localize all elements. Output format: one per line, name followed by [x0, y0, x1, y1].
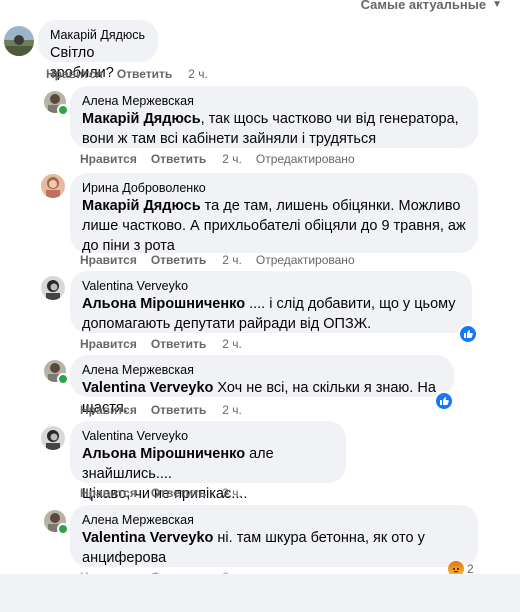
- edited-label[interactable]: Отредактировано: [256, 253, 355, 267]
- mention-link[interactable]: Альона Мірошниченко: [82, 446, 245, 462]
- like-reaction-icon[interactable]: [458, 324, 478, 344]
- bottom-overlay-bar: [0, 574, 520, 612]
- landscape-avatar-icon: [4, 26, 34, 56]
- comment-bubble: Valentina Verveyko Альона Мірошниченко .…: [70, 271, 472, 333]
- comment-author[interactable]: Valentina Verveyko: [82, 428, 334, 444]
- reply-button[interactable]: Ответить: [151, 253, 206, 267]
- reply-button[interactable]: Ответить: [117, 67, 172, 81]
- reply-button[interactable]: Ответить: [151, 152, 206, 166]
- edited-label[interactable]: Отредактировано: [256, 152, 355, 166]
- comment-actions: Нравится Ответить 2 ч. Отредактировано: [80, 253, 355, 267]
- like-button[interactable]: Нравится: [80, 253, 137, 267]
- comment-author[interactable]: Алена Мержевская: [82, 93, 466, 109]
- sort-dropdown[interactable]: Самые актуальные ▼: [361, 0, 502, 12]
- comment-text: Макарій Дядюсь, так щось частково чи від…: [82, 111, 459, 147]
- comment-author[interactable]: Ирина Доброволенко: [82, 180, 466, 196]
- comment-bubble: Ирина Доброволенко Макарій Дядюсь та де …: [70, 173, 478, 254]
- timestamp[interactable]: 2 ч.: [222, 403, 242, 417]
- timestamp[interactable]: 2 ч.: [222, 253, 242, 267]
- reply-button[interactable]: Ответить: [151, 403, 206, 417]
- sort-label: Самые актуальные: [360, 0, 487, 12]
- mention-link[interactable]: Альона Мірошниченко: [82, 296, 245, 312]
- like-button[interactable]: Нравится: [46, 67, 103, 81]
- like-button[interactable]: Нравится: [80, 486, 137, 500]
- comment-author[interactable]: Valentina Verveyko: [82, 278, 460, 294]
- like-button[interactable]: Нравится: [80, 403, 137, 417]
- online-status-icon: [57, 373, 69, 385]
- mention-link[interactable]: Valentina Verveyko: [82, 380, 213, 396]
- online-status-icon: [57, 104, 69, 116]
- comment-author[interactable]: Макарій Дядюсь: [50, 27, 146, 43]
- comment-bubble: Valentina Verveyko Альона Мірошниченко а…: [70, 421, 346, 502]
- timestamp[interactable]: 2 ч.: [222, 337, 242, 351]
- comment-bubble: Алена Мержевская Valentina Verveyko ні. …: [70, 505, 478, 567]
- comment-actions: Нравится Ответить 2 ч.: [80, 337, 242, 351]
- mention-link[interactable]: Макарій Дядюсь: [82, 111, 201, 127]
- comment-author[interactable]: Алена Мержевская: [82, 512, 466, 528]
- online-status-icon: [57, 523, 69, 535]
- avatar[interactable]: [41, 426, 65, 450]
- comment-text: Макарій Дядюсь та де там, лишень обіцянк…: [82, 198, 466, 254]
- reply-button[interactable]: Ответить: [151, 486, 206, 500]
- avatar[interactable]: [41, 276, 65, 300]
- comment-author[interactable]: Алена Мержевская: [82, 362, 442, 378]
- mention-link[interactable]: Valentina Verveyko: [82, 530, 213, 546]
- comment-bubble: Алена Мержевская Макарій Дядюсь, так щос…: [70, 86, 478, 148]
- comment-text: Valentina Verveyko ні. там шкура бетонна…: [82, 530, 425, 566]
- timestamp[interactable]: 2 ч.: [222, 152, 242, 166]
- comment-bubble: Алена Мержевская Valentina Verveyko Хоч …: [70, 355, 454, 416]
- avatar[interactable]: [4, 26, 34, 56]
- comment-bubble: Макарій Дядюсь Світло зробили?: [38, 20, 158, 81]
- comment-actions: Нравится Ответить 2 ч.: [80, 486, 242, 500]
- timestamp[interactable]: 2 ч.: [222, 486, 242, 500]
- like-reaction-icon[interactable]: [434, 391, 454, 411]
- comment-actions: Нравится Ответить 2 ч.: [46, 67, 208, 81]
- like-button[interactable]: Нравится: [80, 337, 137, 351]
- like-button[interactable]: Нравится: [80, 152, 137, 166]
- comment-text: Альона Мірошниченко але знайшлись....: [82, 446, 274, 482]
- chevron-down-icon: ▼: [492, 0, 502, 10]
- mention-link[interactable]: Макарій Дядюсь: [82, 198, 201, 214]
- comment-actions: Нравится Ответить 2 ч. Отредактировано: [80, 152, 355, 166]
- avatar[interactable]: [41, 174, 65, 198]
- timestamp[interactable]: 2 ч.: [188, 67, 208, 81]
- comment-actions: Нравится Ответить 2 ч.: [80, 403, 242, 417]
- comment-text: Альона Мірошниченко .... і слід добавити…: [82, 296, 456, 332]
- reply-button[interactable]: Ответить: [151, 337, 206, 351]
